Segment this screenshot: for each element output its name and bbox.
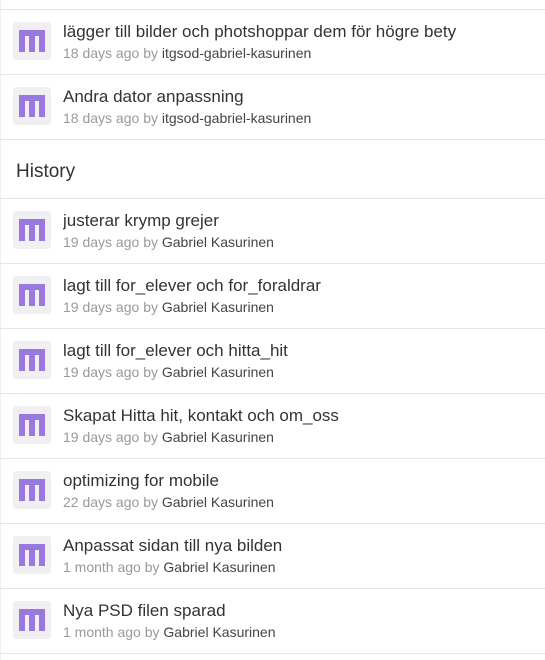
commit-author-link[interactable]: Gabriel Kasurinen <box>163 624 275 640</box>
commit-time: 1 month ago <box>63 624 141 640</box>
commit-by: by <box>143 494 158 510</box>
commit-row[interactable]: Andra dator anpassning 18 days ago by it… <box>0 75 545 140</box>
identicon-avatar-icon <box>19 349 45 371</box>
commit-by: by <box>143 234 158 250</box>
identicon-avatar-icon <box>19 609 45 631</box>
identicon-avatar-icon <box>19 95 45 117</box>
commit-by: by <box>143 299 158 315</box>
commit-meta: 1 month ago by Gabriel Kasurinen <box>63 624 275 640</box>
commit-by: by <box>143 110 158 126</box>
avatar[interactable] <box>13 211 51 249</box>
commit-time: 22 days ago <box>63 494 140 510</box>
history-section-header: History <box>0 140 545 199</box>
identicon-avatar-icon <box>19 544 45 566</box>
identicon-avatar-icon <box>19 414 45 436</box>
commit-meta: 19 days ago by Gabriel Kasurinen <box>63 364 274 380</box>
commit-author-link[interactable]: Gabriel Kasurinen <box>162 364 274 380</box>
identicon-avatar-icon <box>19 219 45 241</box>
identicon-avatar-icon <box>19 479 45 501</box>
history-title: History <box>16 161 76 182</box>
avatar[interactable] <box>13 87 51 125</box>
commit-author-link[interactable]: itgsod-gabriel-kasurinen <box>162 110 311 126</box>
commit-time: 19 days ago <box>63 364 140 380</box>
commit-time: 18 days ago <box>63 110 140 126</box>
avatar[interactable] <box>13 536 51 574</box>
commit-author-link[interactable]: Gabriel Kasurinen <box>162 494 274 510</box>
commit-meta: 22 days ago by Gabriel Kasurinen <box>63 494 274 510</box>
commit-meta: 19 days ago by Gabriel Kasurinen <box>63 429 274 445</box>
commit-by: by <box>144 559 160 575</box>
commit-row[interactable]: Nya PSD filen sparad 1 month ago by Gabr… <box>0 589 545 654</box>
commit-row[interactable]: Skapat Hitta hit, kontakt och om_oss 19 … <box>0 394 545 459</box>
commit-time: 19 days ago <box>63 299 140 315</box>
commit-message-link[interactable]: lagt till for_elever och for_foraldrar <box>63 276 321 296</box>
identicon-avatar-icon <box>19 284 45 306</box>
recent-commit-list: lägger till bilder och photshoppar dem f… <box>0 10 545 140</box>
commit-time: 1 month ago <box>63 559 141 575</box>
commit-author-link[interactable]: Gabriel Kasurinen <box>162 234 274 250</box>
commit-meta: 19 days ago by Gabriel Kasurinen <box>63 234 274 250</box>
commit-feed: lägger till bilder och photshoppar dem f… <box>0 0 545 660</box>
commit-message-link[interactable]: justerar krymp grejer <box>63 211 219 231</box>
commit-row[interactable]: optimizing for mobile 22 days ago by Gab… <box>0 459 545 524</box>
commit-author-link[interactable]: Gabriel Kasurinen <box>163 559 275 575</box>
commit-message-link[interactable]: optimizing for mobile <box>63 471 219 491</box>
commit-row[interactable]: lagt till for_elever och hitta_hit 19 da… <box>0 329 545 394</box>
commit-by: by <box>144 624 160 640</box>
commit-message-link[interactable]: Anpassat sidan till nya bilden <box>63 536 282 556</box>
commit-message-link[interactable]: lägger till bilder och photshoppar dem f… <box>63 22 456 42</box>
avatar[interactable] <box>13 406 51 444</box>
avatar[interactable] <box>13 471 51 509</box>
commit-meta: 18 days ago by itgsod-gabriel-kasurinen <box>63 110 311 126</box>
commit-meta: 19 days ago by Gabriel Kasurinen <box>63 299 274 315</box>
commit-time: 18 days ago <box>63 45 140 61</box>
commit-row[interactable]: lägger till bilder och photshoppar dem f… <box>0 10 545 75</box>
avatar[interactable] <box>13 276 51 314</box>
commit-meta: 18 days ago by itgsod-gabriel-kasurinen <box>63 45 311 61</box>
avatar[interactable] <box>13 601 51 639</box>
commit-by: by <box>143 364 158 380</box>
commit-time: 19 days ago <box>63 429 140 445</box>
commit-author-link[interactable]: itgsod-gabriel-kasurinen <box>162 45 311 61</box>
commit-time: 19 days ago <box>63 234 140 250</box>
commit-message-link[interactable]: Andra dator anpassning <box>63 87 244 107</box>
commit-message-link[interactable]: lagt till for_elever och hitta_hit <box>63 341 288 361</box>
commit-row[interactable]: justerar krymp grejer 19 days ago by Gab… <box>0 199 545 264</box>
avatar[interactable] <box>13 341 51 379</box>
commit-meta: 1 month ago by Gabriel Kasurinen <box>63 559 275 575</box>
commit-row[interactable]: lagt till for_elever och for_foraldrar 1… <box>0 264 545 329</box>
commit-author-link[interactable]: Gabriel Kasurinen <box>162 299 274 315</box>
commit-author-link[interactable]: Gabriel Kasurinen <box>162 429 274 445</box>
commit-by: by <box>143 429 158 445</box>
avatar[interactable] <box>13 22 51 60</box>
commit-message-link[interactable]: Nya PSD filen sparad <box>63 601 226 621</box>
commit-message-link[interactable]: Skapat Hitta hit, kontakt och om_oss <box>63 406 339 426</box>
commit-row[interactable]: Anpassat sidan till nya bilden 1 month a… <box>0 524 545 589</box>
history-commit-list: justerar krymp grejer 19 days ago by Gab… <box>0 199 545 654</box>
commit-by: by <box>143 45 158 61</box>
identicon-avatar-icon <box>19 30 45 52</box>
